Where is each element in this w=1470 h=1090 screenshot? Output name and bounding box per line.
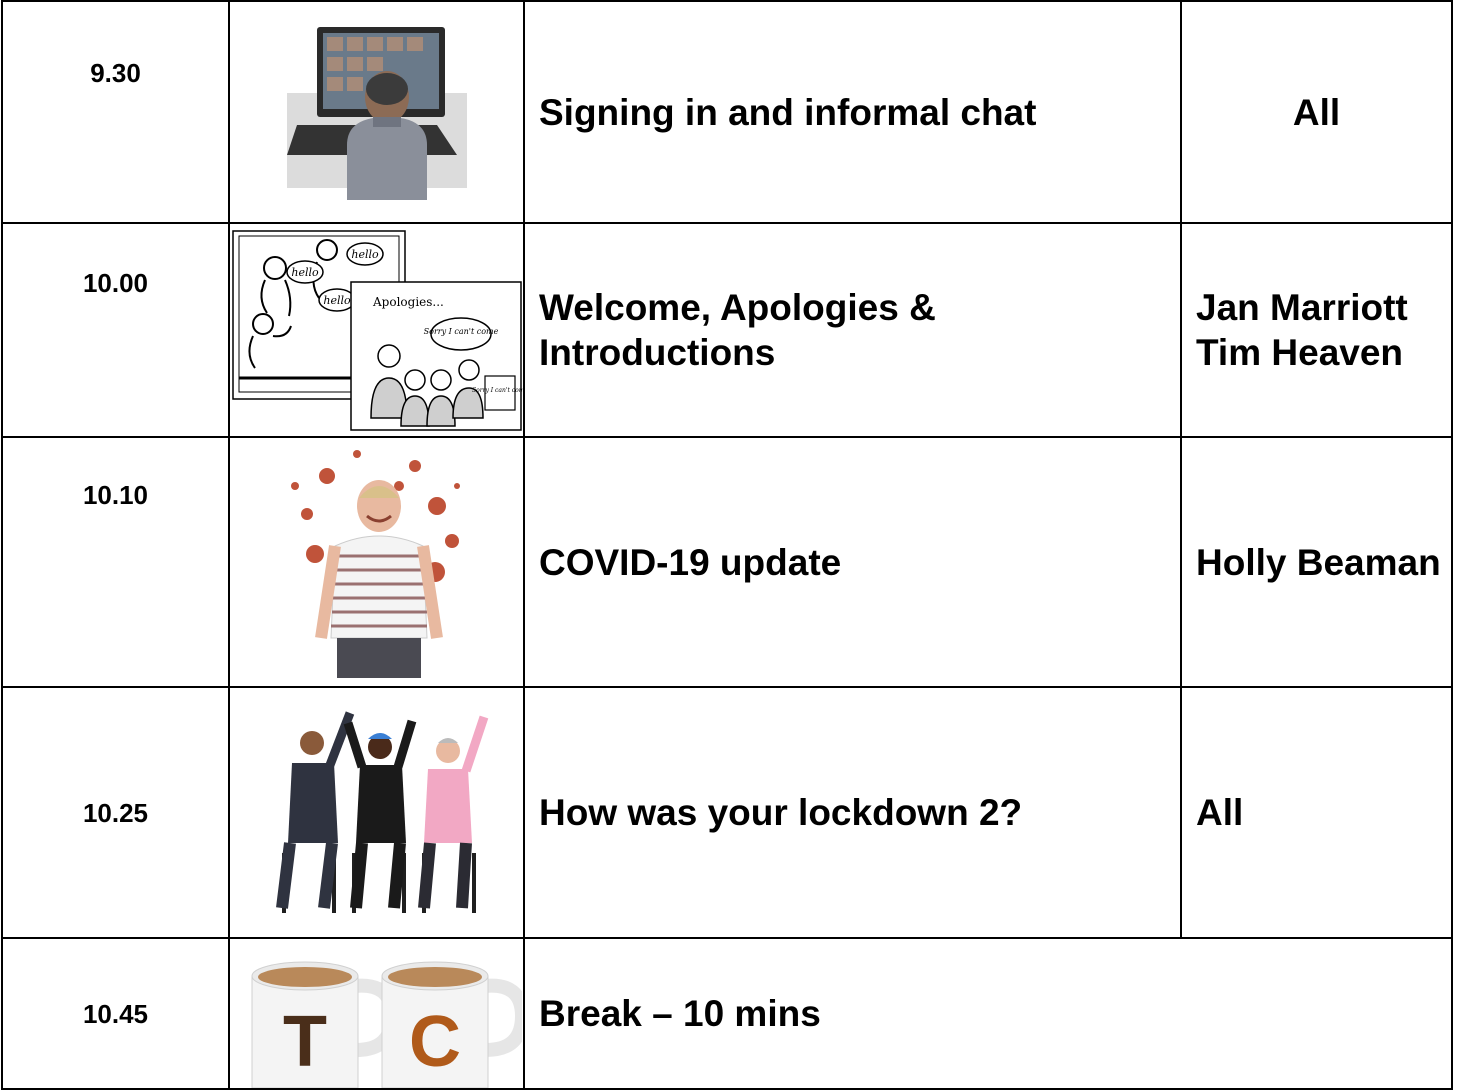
man-with-virus-icon [290, 450, 460, 678]
time-label: 10.10 [82, 480, 149, 510]
time-cell: 10.10 [1, 436, 230, 688]
presenter-list: All [1182, 90, 1451, 135]
picture-cell: hello hello hello Apologies... Sorry I c… [228, 222, 525, 438]
sign-text: Sorry I can't come [471, 387, 522, 394]
activity-label: Welcome, Apologies & Introductions [539, 287, 936, 373]
presenter-list: All [1182, 790, 1451, 835]
time-cell: 10.45 [1, 937, 230, 1090]
activity-cell: Welcome, Apologies & Introductions [523, 222, 1182, 438]
agenda-row: 9.30 Signing in and informal chat All [1, 0, 1453, 224]
people-raising-hands-icon [275, 710, 488, 913]
welcome-apologies-drawing-icon: hello hello hello Apologies... Sorry I c… [231, 230, 523, 431]
speech-text: Sorry I can't come [423, 327, 498, 336]
speech-text: hello [351, 248, 379, 261]
presenter-name: Holly Beaman [1196, 541, 1441, 583]
time-cell: 10.00 [1, 222, 230, 438]
presenter-name: Jan Marriott [1196, 287, 1408, 328]
time-cell: 10.25 [1, 686, 230, 939]
time-cell: 9.30 [1, 0, 230, 224]
picture-cell: T C [228, 937, 525, 1090]
time-label: 9.30 [90, 58, 141, 88]
apologies-text: Apologies... [372, 295, 444, 309]
mug-letter: C [409, 1002, 461, 1082]
who-cell: All [1180, 686, 1453, 939]
activity-cell: COVID-19 update [523, 436, 1182, 688]
agenda-row: 10.45 T C Break – 10 mins [1, 937, 1453, 1090]
presenter-list: Jan Marriott Tim Heaven [1182, 285, 1451, 375]
presenter-list: Holly Beaman [1182, 540, 1451, 585]
agenda-row: 10.00 hello hello hello Apologies... Sor… [1, 222, 1453, 438]
agenda-row: 10.25 How was your lockdown 2? All [1, 686, 1453, 939]
activity-cell: Break – 10 mins [523, 937, 1453, 1090]
activity-label: Signing in and informal chat [539, 91, 1037, 133]
speech-text: hello [291, 266, 319, 279]
person-on-video-call-icon [286, 26, 467, 200]
speech-text: hello [323, 294, 351, 307]
activity-cell: How was your lockdown 2? [523, 686, 1182, 939]
time-label: 10.00 [82, 268, 149, 298]
activity-label: How was your lockdown 2? [539, 792, 1023, 833]
agenda-table: 9.30 Signing in and informal chat All 10… [1, 0, 1453, 1090]
who-cell: Holly Beaman [1180, 436, 1453, 688]
who-cell: Jan Marriott Tim Heaven [1180, 222, 1453, 438]
agenda-row: 10.10 COVID-19 update Holly Beaman [1, 436, 1453, 688]
time-label: 10.45 [82, 999, 149, 1029]
time-label: 10.25 [82, 798, 149, 828]
presenter-name: All [1196, 792, 1244, 833]
picture-cell [228, 436, 525, 688]
mug-letter: T [283, 1002, 327, 1082]
activity-label: Break – 10 mins [539, 993, 821, 1034]
tea-and-coffee-mugs-icon: T C [251, 961, 522, 1088]
presenter-name: All [1292, 91, 1341, 133]
activity-cell: Signing in and informal chat [523, 0, 1182, 224]
picture-cell [228, 686, 525, 939]
picture-cell [228, 0, 525, 224]
who-cell: All [1180, 0, 1453, 224]
activity-label: COVID-19 update [539, 541, 842, 583]
presenter-name: Tim Heaven [1196, 332, 1404, 373]
